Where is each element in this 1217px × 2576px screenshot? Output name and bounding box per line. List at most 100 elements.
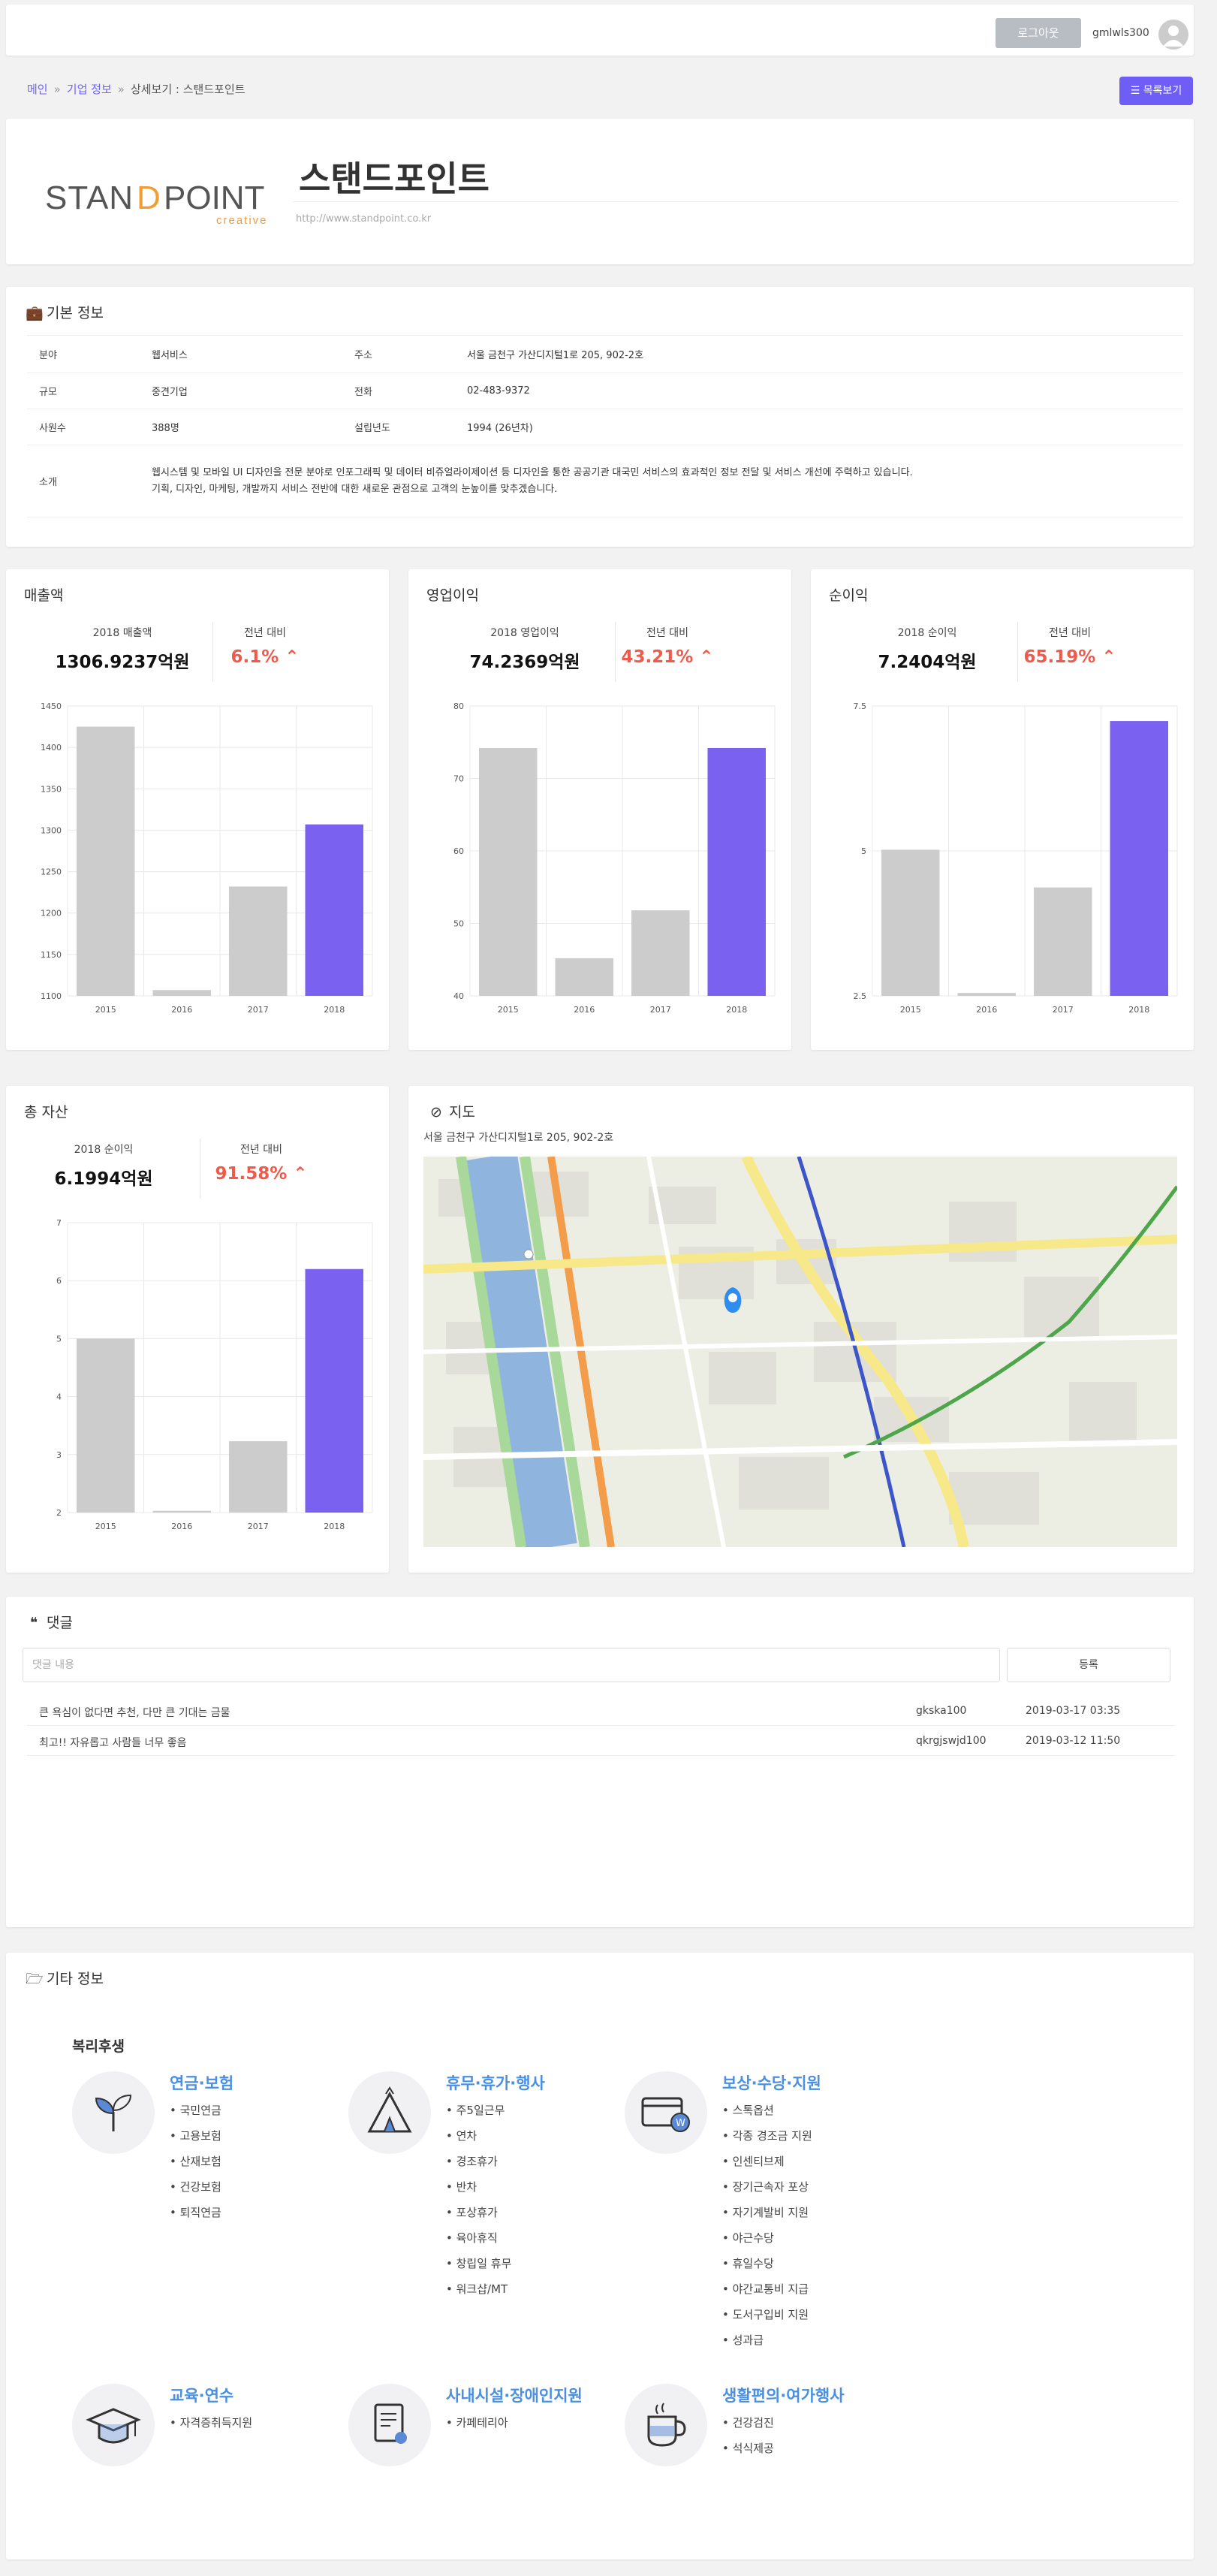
y-tick-label: 1250 bbox=[41, 867, 62, 877]
list-item: • 야간교통비 지급 bbox=[722, 2282, 809, 2296]
x-tick-label: 2017 bbox=[248, 1005, 269, 1015]
stat-value: 74.2369억원 bbox=[469, 653, 580, 672]
welfare-list: • 주5일근무 • 연차 • 경조휴가 • 반차 • 포상휴가 • 육아휴직 •… bbox=[446, 2100, 511, 2304]
list-button[interactable]: ☰ 목록보기 bbox=[1119, 77, 1193, 105]
bar-2015 bbox=[77, 1338, 135, 1513]
bar-chart: 2 3 4 5 6 7 2015 2016 2017 2018 bbox=[56, 1218, 373, 1531]
list-item: • 산재보험 bbox=[170, 2155, 221, 2168]
basic-info-section: 💼 기본 정보 분야 웹서비스 주소 서울 금천구 가산디지털1로 205, 90… bbox=[6, 287, 1194, 547]
bar-2018 bbox=[707, 747, 766, 996]
comment-row: 최고!! 자유롭고 사람들 너무 좋음 qkrgjswjd100 2019-03… bbox=[27, 1726, 1176, 1756]
folder-open-icon: 🗁 bbox=[26, 1971, 44, 1987]
bar-chart: 1100 1150 1200 1250 1300 1350 1400 1450 2015 2016… bbox=[41, 701, 373, 1015]
value: 388명 bbox=[140, 409, 342, 445]
comment-date: 2019-03-12 11:50 bbox=[1026, 1735, 1121, 1747]
breadcrumb: 메인» 기업 정보» 상세보기 : 스탠드포인트 bbox=[27, 83, 246, 96]
list-item: • 연차 bbox=[446, 2129, 477, 2143]
list-item: • 카페테리아 bbox=[446, 2416, 508, 2430]
company-header: STAN D POINT creative 스탠드포인트 http://www.… bbox=[6, 119, 1194, 264]
list-item: • 워크샵/MT bbox=[446, 2282, 508, 2296]
stat-label: 2018 순이익 bbox=[74, 1144, 134, 1156]
card-icon: W bbox=[641, 2097, 690, 2132]
map-view[interactable] bbox=[423, 1157, 1177, 1547]
y-tick-label: 2.5 bbox=[854, 991, 867, 1001]
rate-value: 65.19% ⌃ bbox=[1023, 647, 1116, 667]
comment-submit-button[interactable]: 등록 bbox=[1007, 1648, 1170, 1682]
list-item: • 육아휴직 bbox=[446, 2231, 498, 2245]
compass-icon: ⊘ bbox=[430, 1104, 442, 1121]
y-tick-label: 40 bbox=[453, 991, 464, 1001]
y-tick-label: 7 bbox=[56, 1218, 62, 1228]
list-item: • 휴일수당 bbox=[722, 2257, 774, 2270]
stat-label: 2018 영업이익 bbox=[490, 627, 559, 639]
bar-chart: 2.5 5 7.5 2015 2016 2017 2018 bbox=[854, 701, 1178, 1015]
y-tick-label: 7.5 bbox=[854, 701, 867, 711]
company-url[interactable]: http://www.standpoint.co.kr bbox=[296, 213, 431, 225]
label: 규모 bbox=[27, 373, 140, 409]
info-table: 분야 웹서비스 주소 서울 금천구 가산디지털1로 205, 902-2호 규모… bbox=[27, 335, 1183, 517]
x-tick-label: 2018 bbox=[324, 1005, 345, 1015]
label: 소개 bbox=[27, 445, 140, 517]
comment-text: 최고!! 자유롭고 사람들 너무 좋음 bbox=[39, 1737, 187, 1749]
x-tick-label: 2016 bbox=[574, 1005, 595, 1015]
breadcrumb-list[interactable]: 기업 정보 bbox=[67, 83, 112, 96]
label: 주소 bbox=[342, 335, 455, 373]
arrow-up-icon: ⌃ bbox=[699, 647, 714, 667]
bar-2016 bbox=[152, 1510, 211, 1513]
list-item: • 스톡옵션 bbox=[722, 2104, 774, 2117]
comment-user: gkska100 bbox=[916, 1705, 967, 1717]
total-assets-panel: 총 자산 2018 순이익 6.1994억원 전년 대비 91.58% ⌃ 2 3 4 5… bbox=[6, 1086, 389, 1573]
panel-title: 영업이익 bbox=[426, 587, 479, 604]
section-title: 💼 기본 정보 bbox=[26, 305, 104, 321]
comment-user: qkrgjswjd100 bbox=[916, 1735, 987, 1747]
list-icon: ☰ bbox=[1130, 85, 1143, 97]
welfare-list: • 국민연금 • 고용보험 • 산재보험 • 건강보험 • 퇴직연금 bbox=[170, 2100, 221, 2228]
label: 전화 bbox=[342, 373, 455, 409]
map-address: 서울 금천구 가산디지털1로 205, 902-2호 bbox=[423, 1132, 614, 1144]
welfare-list: • 스톡옵션 • 각종 경조금 지원 • 인센티브제 • 장기근속자 포상 • … bbox=[722, 2100, 812, 2355]
etc-info-section: 🗁 기타 정보 복리후생 연금·보험 • 국민연금 • 고용보험 • 산재보험 •… bbox=[6, 1953, 1194, 2559]
y-tick-label: 60 bbox=[453, 846, 464, 856]
rate-value: 43.21% ⌃ bbox=[621, 647, 714, 667]
x-tick-label: 2018 bbox=[324, 1522, 345, 1531]
x-tick-label: 2015 bbox=[498, 1005, 519, 1015]
value: 중견기업 bbox=[140, 373, 342, 409]
breadcrumb-current: 상세보기 : 스탠드포인트 bbox=[130, 83, 246, 96]
revenue-panel: 매출액 2018 매출액 1306.9237억원 전년 대비 6.1% ⌃ 1100… bbox=[6, 569, 389, 1050]
label: 사원수 bbox=[27, 409, 140, 445]
svg-text:POINT: POINT bbox=[164, 179, 264, 216]
list-item: • 건강보험 bbox=[170, 2180, 221, 2194]
value: 1994 (26년차) bbox=[455, 409, 1183, 445]
bar-2016 bbox=[152, 990, 211, 996]
bar-2017 bbox=[229, 1441, 288, 1513]
list-item: • 자기계발비 지원 bbox=[722, 2206, 809, 2219]
map-image bbox=[423, 1157, 1177, 1547]
list-item: • 고용보험 bbox=[170, 2129, 221, 2143]
y-tick-label: 80 bbox=[453, 701, 464, 711]
x-tick-label: 2016 bbox=[171, 1005, 192, 1015]
section-title: ⊘ 지도 bbox=[428, 1101, 475, 1121]
list-item: • 자격증취득지원 bbox=[170, 2416, 253, 2430]
comment-input[interactable]: 댓글 내용 bbox=[23, 1648, 1000, 1682]
y-tick-label: 1450 bbox=[41, 701, 62, 711]
map-section: ⊘ 지도 서울 금천구 가산디지털1로 205, 902-2호 bbox=[408, 1086, 1194, 1573]
comments-section: ❝ 댓글 댓글 내용 등록 큰 욕심이 없다면 추천, 다만 큰 기대는 금물 g… bbox=[6, 1597, 1194, 1927]
welfare-group-name: 생활편의·여가행사 bbox=[722, 2387, 845, 2405]
list-item: • 경조휴가 bbox=[446, 2155, 498, 2168]
arrow-up-icon: ⌃ bbox=[293, 1164, 308, 1184]
logout-button[interactable]: 로그아웃 bbox=[996, 18, 1081, 48]
bar-2015 bbox=[479, 747, 538, 996]
value: 웹서비스 bbox=[140, 335, 342, 373]
avatar[interactable] bbox=[1158, 20, 1188, 50]
rate-label: 전년 대비 bbox=[646, 627, 688, 639]
bar-chart: 40 50 60 70 80 2015 2016 2017 2018 bbox=[453, 701, 776, 1015]
breadcrumb-home[interactable]: 메인 bbox=[27, 83, 48, 96]
panel-title: 총 자산 bbox=[24, 1104, 68, 1121]
welfare-title: 복리후생 bbox=[72, 2038, 125, 2055]
comment-date: 2019-03-17 03:35 bbox=[1026, 1705, 1121, 1717]
list-item: • 각종 경조금 지원 bbox=[722, 2129, 812, 2143]
list-item: • 야근수당 bbox=[722, 2231, 774, 2245]
bar-2017 bbox=[631, 910, 690, 996]
plant-icon bbox=[95, 2094, 132, 2131]
bar-2016 bbox=[957, 993, 1016, 996]
